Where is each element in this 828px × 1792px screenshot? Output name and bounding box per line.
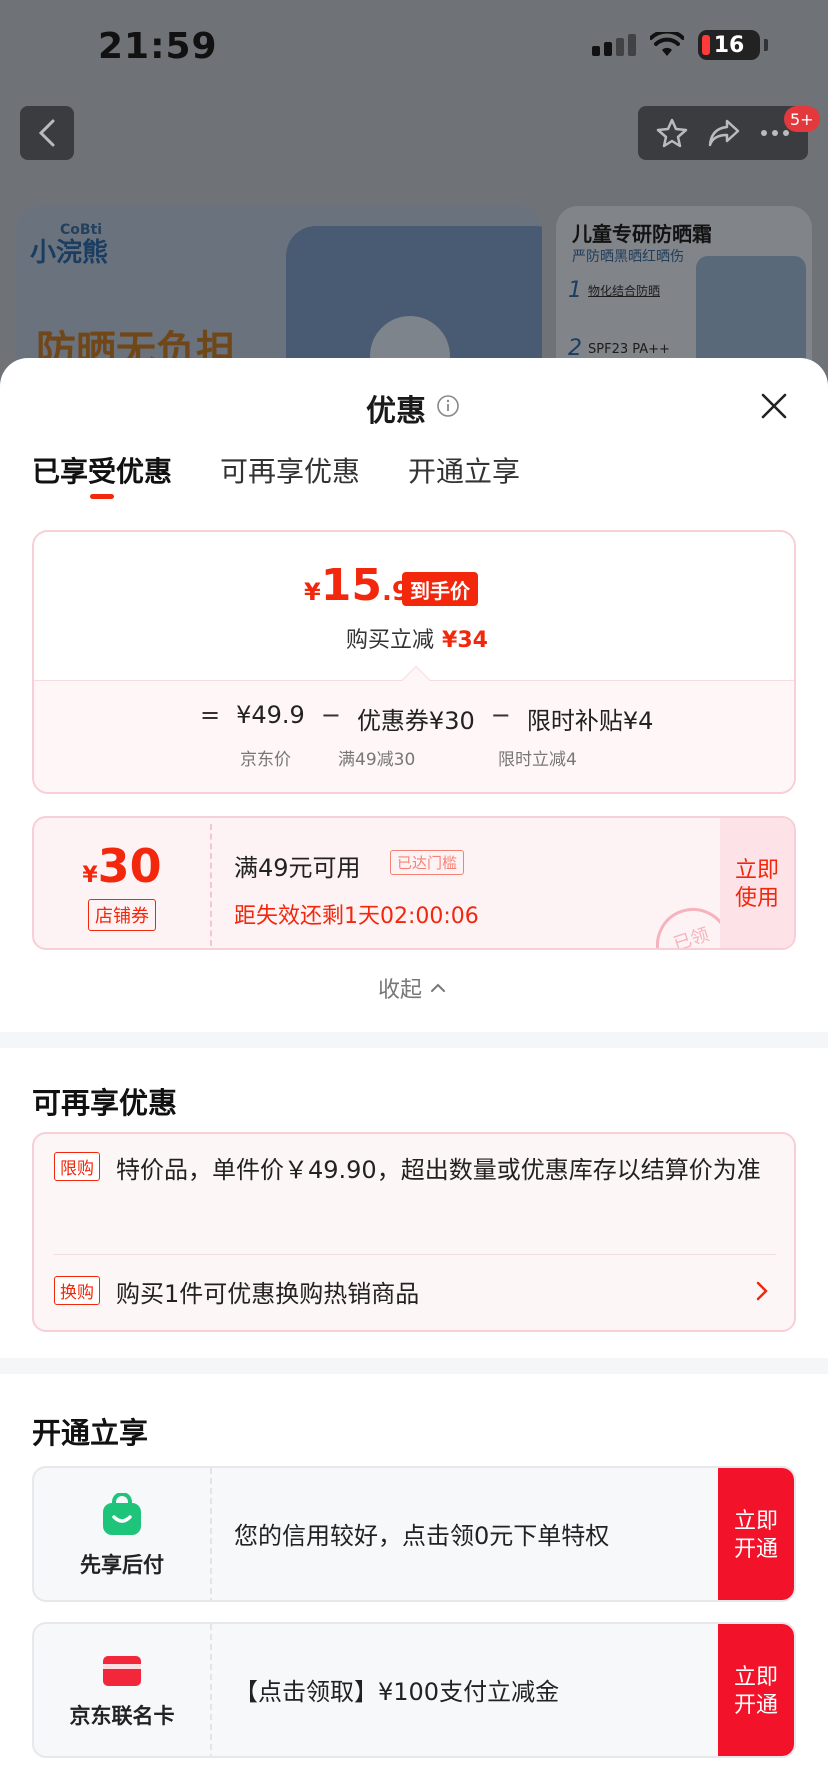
minus-sign: − [320, 701, 341, 729]
open-offer-brand: 先享后付 [34, 1468, 210, 1600]
share-icon[interactable] [707, 118, 741, 148]
tab-active-indicator [90, 494, 114, 499]
base-price-label: 京东价 [240, 750, 291, 770]
coupon-divider [210, 824, 212, 946]
offer-divider [54, 1254, 776, 1255]
open-offer-brand: 京东联名卡 [34, 1624, 210, 1756]
tab-more-offers[interactable]: 可再享优惠 [220, 450, 360, 502]
open-offer-text: 您的信用较好，点击领0元下单特权 [234, 1522, 610, 1550]
discount-sheet: 优惠 已享受优惠 可再享优惠 开通立享 ¥ 15 .9 到手价 购买立减¥34 [0, 358, 828, 1792]
offer-tag-limit: 限购 [54, 1152, 100, 1181]
tab-open-enjoy[interactable]: 开通立享 [408, 450, 520, 502]
use-coupon-label: 立即 使用 [734, 858, 779, 911]
section-title-open-enjoy: 开通立享 [32, 1416, 149, 1450]
section-gap [0, 1032, 828, 1048]
coupon-rule-label: 满49减30 [338, 750, 416, 770]
battery-tip [764, 39, 768, 51]
sheet-header: 优惠 [0, 358, 828, 448]
activate-button-label: 立即 开通 [733, 1665, 778, 1718]
message-badge: 5+ [784, 106, 820, 132]
status-time: 21:59 [98, 26, 218, 67]
price-integer: 15 [320, 560, 382, 611]
coupon-currency: ¥ [82, 863, 98, 888]
credit-card-icon [103, 1656, 141, 1686]
back-button[interactable] [20, 106, 74, 160]
info-icon[interactable] [436, 394, 460, 418]
section-gap [0, 1358, 828, 1374]
status-icons: 16 [592, 30, 768, 60]
coupon-value: ¥ 30 店铺券 [34, 818, 210, 948]
coupon-deduction: 优惠券¥30 [356, 707, 475, 735]
final-price-tag: 到手价 [402, 572, 478, 606]
offer-tag-exchange: 换购 [54, 1276, 100, 1305]
battery-icon: 16 [698, 30, 760, 60]
offer-item-exchange[interactable]: 换购 购买1件可优惠换购热销商品 [54, 1272, 774, 1316]
activate-pay-later-button[interactable]: 立即 开通 [718, 1468, 794, 1600]
open-card-divider [210, 1468, 212, 1600]
threshold-reached-badge: 已达门槛 [390, 850, 465, 875]
coupon-type-badge: 店铺券 [88, 899, 156, 931]
offer-text-exchange: 购买1件可优惠换购热销商品 [116, 1280, 420, 1308]
price-reduction: 购买立减 ¥34 [346, 622, 488, 654]
price-formula: = ¥49.9 − 优惠券¥30 − 限时补贴¥4 [200, 701, 653, 736]
more-offers-card: 限购 特价品，单件价￥49.90，超出数量或优惠库存以结算价为准 换购 购买1件… [32, 1132, 796, 1332]
chevron-right-icon [756, 1281, 768, 1301]
more-icon[interactable] [760, 129, 790, 137]
battery-level: 16 [713, 32, 745, 58]
open-offer-cobrand-card: 京东联名卡 【点击领取】¥100支付立减金 立即 开通 [32, 1622, 796, 1758]
offer-text-limit: 特价品，单件价￥49.90，超出数量或优惠库存以结算价为准 [116, 1156, 761, 1184]
coupon-number: 30 [97, 839, 162, 893]
open-offer-name: 先享后付 [80, 1553, 164, 1577]
sheet-title: 优惠 [366, 394, 426, 429]
collapse-button[interactable]: 收起 [378, 972, 446, 1004]
use-coupon-button[interactable]: 立即 使用 [720, 818, 794, 948]
reduction-value: ¥34 [442, 628, 488, 653]
coupon-countdown: 距失效还剩1天02:00:06 [234, 904, 479, 929]
price-breakdown: = ¥49.9 − 优惠券¥30 − 限时补贴¥4 京东价 满49减30 限时立… [34, 680, 794, 792]
open-offer-name: 京东联名卡 [69, 1704, 175, 1728]
activate-card-button[interactable]: 立即 开通 [718, 1624, 794, 1756]
shopping-bag-icon [103, 1493, 141, 1535]
open-offer-text: 【点击领取】¥100支付立减金 [234, 1678, 560, 1706]
subsidy-rule-label: 限时立减4 [498, 750, 577, 770]
final-price: ¥ 15 .9 [304, 560, 410, 611]
wifi-icon [650, 32, 684, 56]
coupon-amount: ¥ 30 [82, 839, 161, 893]
price-summary: ¥ 15 .9 到手价 购买立减 ¥34 [34, 532, 794, 680]
open-offer-pay-later: 先享后付 您的信用较好，点击领0元下单特权 立即 开通 [32, 1466, 796, 1602]
chevron-up-icon [431, 983, 446, 992]
subsidy-deduction: 限时补贴¥4 [526, 707, 654, 735]
status-bar: 21:59 16 [0, 0, 828, 96]
collapse-label: 收起 [378, 978, 423, 1003]
chevron-left-icon [38, 119, 55, 147]
nav-actions [638, 106, 808, 160]
offer-item-limit: 限购 特价品，单件价￥49.90，超出数量或优惠库存以结算价为准 [54, 1148, 774, 1244]
star-icon[interactable] [656, 117, 688, 149]
reduction-label: 购买立减 [346, 628, 435, 653]
close-icon[interactable] [758, 390, 790, 422]
activate-button-label: 立即 开通 [733, 1509, 778, 1562]
final-price-card: ¥ 15 .9 到手价 购买立减 ¥34 = ¥49.9 − 优惠券¥30 − 限… [32, 530, 796, 794]
equals-sign: = [200, 701, 221, 729]
section-title-more-offers: 可再享优惠 [32, 1086, 178, 1120]
open-card-divider [210, 1624, 212, 1756]
coupon-condition: 满49元可用 [234, 854, 361, 882]
minus-sign: − [490, 701, 511, 729]
price-currency: ¥ [304, 578, 321, 606]
store-coupon: ¥ 30 店铺券 满49元可用 已达门槛 距失效还剩1天02:00:06 已领 … [32, 816, 796, 950]
base-price: ¥49.9 [236, 701, 305, 729]
signal-icon [592, 34, 636, 56]
